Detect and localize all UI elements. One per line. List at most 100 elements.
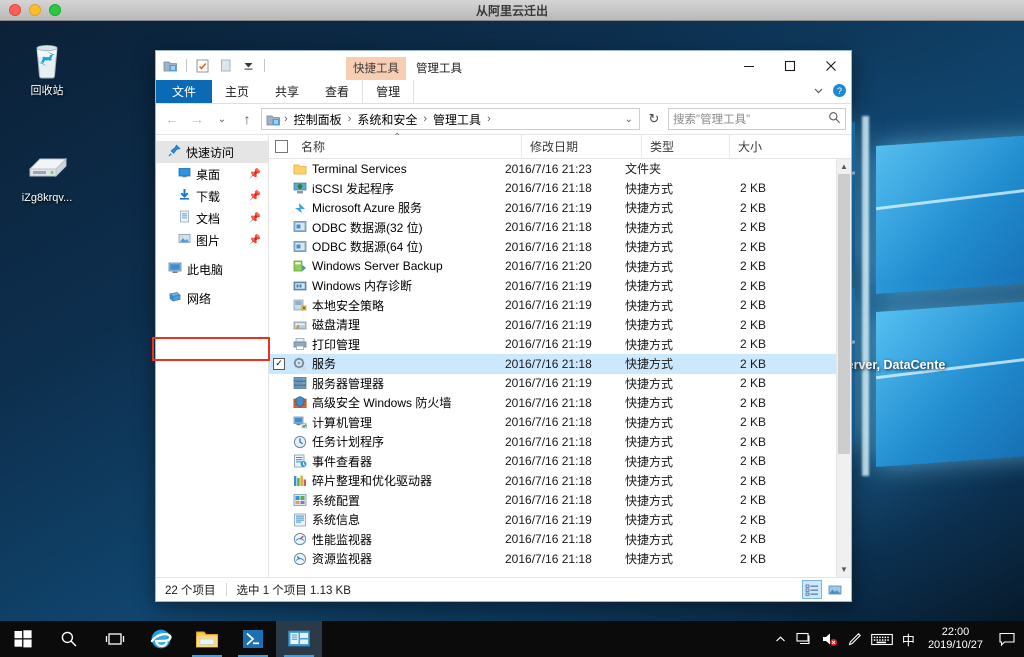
system-tray[interactable]: 中 22:00 2019/10/27 <box>774 621 1024 657</box>
recent-locations-button[interactable]: ⌄ <box>211 108 233 130</box>
powershell-button[interactable] <box>230 621 276 657</box>
table-row[interactable]: 高级安全 Windows 防火墙2016/7/16 21:18快捷方式2 KB <box>269 393 836 413</box>
column-header-row[interactable]: 名称 ⌃ 修改日期 类型 大小 <box>269 135 851 159</box>
ribbon-tab-home[interactable]: 主页 <box>212 80 262 103</box>
contextual-tab-highlight[interactable]: 快捷工具 <box>346 57 406 80</box>
ribbon-tab-share[interactable]: 共享 <box>262 80 312 103</box>
table-row[interactable]: 任务计划程序2016/7/16 21:18快捷方式2 KB <box>269 432 836 452</box>
network-icon[interactable] <box>796 631 812 647</box>
table-row[interactable]: Windows Server Backup2016/7/16 21:20快捷方式… <box>269 257 836 277</box>
file-list[interactable]: Terminal Services2016/7/16 21:23文件夹iSCSI… <box>269 159 836 577</box>
new-folder-icon[interactable] <box>193 56 212 75</box>
table-row[interactable]: 计算机管理2016/7/16 21:18快捷方式2 KB <box>269 413 836 433</box>
table-row[interactable]: 资源监视器2016/7/16 21:18快捷方式2 KB <box>269 549 836 569</box>
windows-desktop[interactable]: 回收站 iZg8krqv... Platinum 8269CY (Hyper- … <box>0 21 1024 657</box>
table-row[interactable]: Microsoft Azure 服务2016/7/16 21:19快捷方式2 K… <box>269 198 836 218</box>
scroll-down-button[interactable]: ▼ <box>837 562 851 577</box>
clock[interactable]: 22:00 2019/10/27 <box>924 626 987 652</box>
minimize-button[interactable] <box>728 51 769 80</box>
pin-icon[interactable]: 📌 <box>249 235 261 246</box>
file-explorer-button[interactable] <box>184 621 230 657</box>
vertical-scrollbar[interactable]: ▲ ▼ <box>836 159 851 577</box>
table-row[interactable]: Terminal Services2016/7/16 21:23文件夹 <box>269 159 836 179</box>
taskbar[interactable]: 中 22:00 2019/10/27 <box>0 621 1024 657</box>
refresh-button[interactable]: ↻ <box>643 108 665 130</box>
ribbon-tab-file[interactable]: 文件 <box>156 80 212 103</box>
table-row[interactable]: 性能监视器2016/7/16 21:18快捷方式2 KB <box>269 530 836 550</box>
volume-muted-icon[interactable] <box>821 631 838 647</box>
table-row[interactable]: Windows 内存诊断2016/7/16 21:19快捷方式2 KB <box>269 276 836 296</box>
search-input[interactable]: 搜索"管理工具" <box>673 111 828 127</box>
desktop-icon-recycle-bin[interactable]: 回收站 <box>4 36 90 98</box>
task-view-button[interactable] <box>92 621 138 657</box>
table-row[interactable]: 系统信息2016/7/16 21:19快捷方式2 KB <box>269 510 836 530</box>
sidebar-item-documents[interactable]: 文档 📌 <box>156 207 268 229</box>
sidebar-item-pictures[interactable]: 图片 📌 <box>156 229 268 251</box>
table-row[interactable]: 本地安全策略2016/7/16 21:19快捷方式2 KB <box>269 296 836 316</box>
ribbon-tab-view[interactable]: 查看 <box>312 80 362 103</box>
sidebar-item-this-pc[interactable]: 此电脑 <box>156 258 268 280</box>
large-icons-view-button[interactable] <box>825 580 845 599</box>
back-button[interactable]: ← <box>161 108 183 130</box>
navigation-bar[interactable]: ← → ⌄ ↑ › 控制面板 › 系统和安全 › 管理工具 › <box>156 104 851 134</box>
table-row[interactable]: 事件查看器2016/7/16 21:18快捷方式2 KB <box>269 452 836 472</box>
view-buttons[interactable] <box>802 580 845 599</box>
breadcrumb-separator[interactable]: › <box>347 113 353 125</box>
pin-icon[interactable]: 📌 <box>249 213 261 224</box>
column-header-type[interactable]: 类型 <box>641 135 729 159</box>
remote-desktop-button[interactable] <box>276 621 322 657</box>
desktop-icon-drive[interactable]: iZg8krqv... <box>4 143 90 205</box>
pin-icon[interactable]: 📌 <box>249 191 261 202</box>
ime-indicator[interactable]: 中 <box>902 630 915 649</box>
table-row[interactable]: 服务器管理器2016/7/16 21:19快捷方式2 KB <box>269 374 836 394</box>
file-explorer-window[interactable]: 快捷工具 管理工具 文件 主页 共享 查看 管理 <box>155 50 852 602</box>
ribbon-right-controls[interactable]: ? <box>812 80 847 104</box>
breadcrumb-item-system-and-security[interactable]: 系统和安全 <box>354 111 420 128</box>
action-center-icon[interactable] <box>996 631 1018 647</box>
forward-button[interactable]: → <box>186 108 208 130</box>
keyboard-icon[interactable] <box>871 632 893 647</box>
address-bar[interactable]: › 控制面板 › 系统和安全 › 管理工具 › ⌄ <box>261 108 640 130</box>
column-header-date[interactable]: 修改日期 <box>521 135 641 159</box>
up-button[interactable]: ↑ <box>236 108 258 130</box>
search-button[interactable] <box>46 621 92 657</box>
file-list-pane[interactable]: 名称 ⌃ 修改日期 类型 大小 Terminal Services2016/7/… <box>268 135 851 577</box>
table-row[interactable]: ODBC 数据源(64 位)2016/7/16 21:18快捷方式2 KB <box>269 237 836 257</box>
folder-properties-icon[interactable] <box>161 56 180 75</box>
sidebar-item-desktop[interactable]: 桌面 📌 <box>156 163 268 185</box>
show-hidden-icons-button[interactable] <box>774 633 787 646</box>
table-row[interactable]: 打印管理2016/7/16 21:19快捷方式2 KB <box>269 335 836 355</box>
scrollbar-track[interactable] <box>837 174 851 562</box>
pen-icon[interactable] <box>847 632 862 647</box>
navigation-pane[interactable]: 快速访问 桌面 📌 下载 📌 <box>156 135 268 577</box>
table-row[interactable]: 磁盘清理2016/7/16 21:19快捷方式2 KB <box>269 315 836 335</box>
table-row[interactable]: 系统配置2016/7/16 21:18快捷方式2 KB <box>269 491 836 511</box>
maximize-button[interactable] <box>769 51 810 80</box>
breadcrumb-separator[interactable]: › <box>486 113 492 125</box>
column-header-size[interactable]: 大小 <box>729 135 799 159</box>
quick-access-toolbar[interactable] <box>156 56 267 75</box>
start-button[interactable] <box>0 621 46 657</box>
sidebar-item-downloads[interactable]: 下载 📌 <box>156 185 268 207</box>
search-icon[interactable] <box>828 111 841 127</box>
table-row[interactable]: ✓服务2016/7/16 21:18快捷方式2 KB <box>269 354 836 374</box>
table-row[interactable]: ODBC 数据源(32 位)2016/7/16 21:18快捷方式2 KB <box>269 218 836 238</box>
column-header-name[interactable]: 名称 ⌃ <box>293 135 521 159</box>
breadcrumb-item-control-panel[interactable]: 控制面板 <box>291 111 345 128</box>
sidebar-item-network[interactable]: 网络 <box>156 287 268 309</box>
scrollbar-thumb[interactable] <box>838 174 850 454</box>
collapse-ribbon-icon[interactable] <box>812 84 825 100</box>
help-icon[interactable]: ? <box>832 83 847 101</box>
search-box[interactable]: 搜索"管理工具" <box>668 108 846 130</box>
details-view-button[interactable] <box>802 580 822 599</box>
view-icon[interactable] <box>216 56 235 75</box>
breadcrumb-item-admin-tools[interactable]: 管理工具 <box>430 111 484 128</box>
customize-dropdown-icon[interactable] <box>239 56 258 75</box>
row-checkbox[interactable]: ✓ <box>273 358 285 370</box>
address-dropdown-icon[interactable]: ⌄ <box>621 114 637 125</box>
breadcrumb-separator[interactable]: › <box>422 113 428 125</box>
close-button[interactable] <box>810 51 851 80</box>
sidebar-item-quick-access[interactable]: 快速访问 <box>156 141 268 163</box>
ribbon-tab-bar[interactable]: 文件 主页 共享 查看 管理 ? <box>156 80 851 104</box>
internet-explorer-button[interactable] <box>138 621 184 657</box>
